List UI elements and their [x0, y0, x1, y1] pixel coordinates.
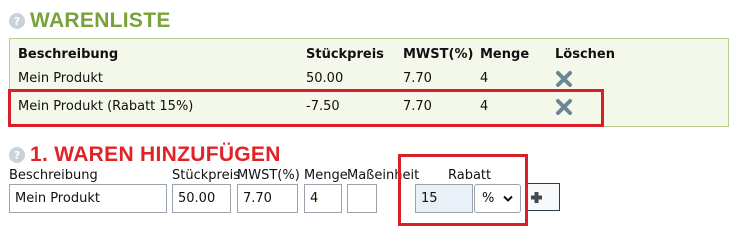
add-item-button[interactable]: [525, 183, 560, 211]
row-vat: 7.70: [403, 71, 432, 86]
row-description: Mein Produkt: [18, 71, 103, 86]
col-header-vat: MWST(%): [403, 47, 474, 62]
col-header-delete: Löschen: [555, 47, 615, 62]
help-icon[interactable]: ?: [9, 147, 25, 163]
label-quantity: Menge: [304, 168, 348, 183]
col-header-description: Beschreibung: [18, 47, 119, 62]
help-icon[interactable]: ?: [9, 13, 25, 29]
highlight-box-discount-row: [8, 89, 604, 127]
warenliste-title: WARENLISTE: [30, 9, 171, 32]
quantity-input[interactable]: [304, 184, 342, 213]
description-input[interactable]: [9, 184, 167, 213]
label-unit-price: Stückpreis: [172, 168, 240, 183]
label-vat: MWST(%): [237, 168, 300, 183]
col-header-unit-price: Stückpreis: [306, 47, 384, 62]
vat-input[interactable]: [237, 184, 298, 213]
row-unit-price: 50.00: [306, 71, 344, 86]
row-quantity: 4: [480, 71, 489, 86]
add-goods-title: 1. WAREN HINZUFÜGEN: [30, 143, 281, 166]
close-x-icon[interactable]: [555, 70, 573, 88]
plus-icon: [531, 192, 542, 203]
unit-price-input[interactable]: [172, 184, 231, 213]
highlight-box-discount-field: [398, 154, 528, 226]
label-description: Beschreibung: [9, 168, 98, 183]
col-header-quantity: Menge: [480, 47, 530, 62]
unit-input[interactable]: [347, 184, 377, 213]
